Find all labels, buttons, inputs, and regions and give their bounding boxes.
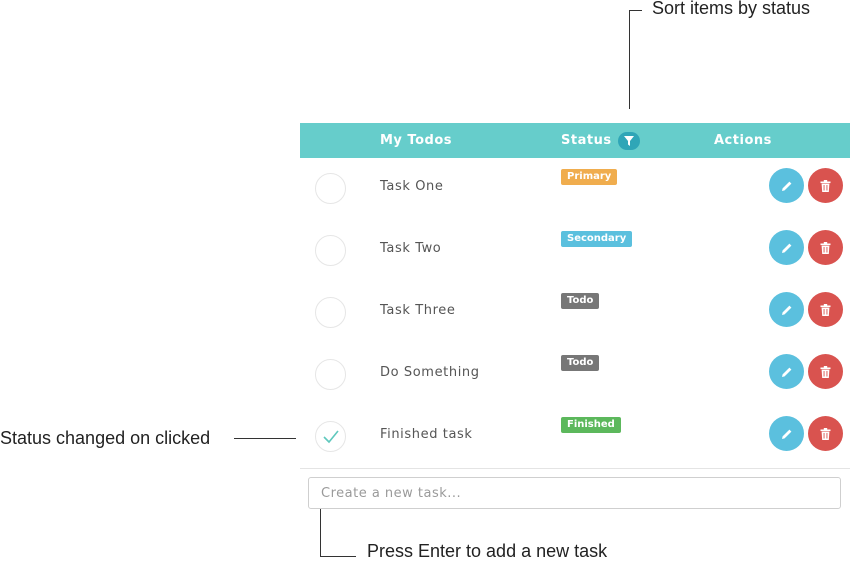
header-my-todos: My Todos bbox=[380, 133, 452, 148]
annotation-status-line bbox=[234, 438, 296, 439]
table-row: Do Something Todo bbox=[300, 344, 850, 407]
pencil-icon bbox=[781, 366, 793, 378]
delete-button[interactable] bbox=[808, 292, 843, 327]
table-row: Finished task Finished bbox=[300, 406, 850, 469]
edit-button[interactable] bbox=[769, 230, 804, 265]
status-checkbox[interactable] bbox=[315, 421, 346, 452]
status-badge: Secondary bbox=[561, 231, 633, 247]
edit-button[interactable] bbox=[769, 354, 804, 389]
annotation-status-changed: Status changed on clicked bbox=[0, 428, 211, 448]
filter-icon[interactable] bbox=[618, 132, 640, 150]
checkmark-icon bbox=[322, 429, 339, 443]
delete-button[interactable] bbox=[808, 168, 843, 203]
trash-icon bbox=[820, 303, 831, 316]
todo-table-header: My Todos Status Actions bbox=[300, 123, 850, 158]
status-checkbox[interactable] bbox=[315, 235, 346, 266]
task-name: Do Something bbox=[380, 365, 480, 380]
annotation-sort-line-v bbox=[629, 10, 630, 109]
task-name: Finished task bbox=[380, 427, 473, 442]
status-checkbox[interactable] bbox=[315, 173, 346, 204]
new-task-input[interactable] bbox=[308, 477, 841, 509]
status-badge: Todo bbox=[561, 355, 600, 371]
table-row: Task Three Todo bbox=[300, 282, 850, 345]
status-badge: Finished bbox=[561, 417, 621, 433]
status-badge: Todo bbox=[561, 293, 600, 309]
annotation-sort: Sort items by status bbox=[652, 0, 811, 18]
trash-icon bbox=[820, 365, 831, 378]
annotation-press-enter: Press Enter to add a new task bbox=[367, 541, 608, 561]
pencil-icon bbox=[781, 180, 793, 192]
status-checkbox[interactable] bbox=[315, 297, 346, 328]
trash-icon bbox=[820, 241, 831, 254]
trash-icon bbox=[820, 179, 831, 192]
pencil-icon bbox=[781, 428, 793, 440]
edit-button[interactable] bbox=[769, 292, 804, 327]
trash-icon bbox=[820, 427, 831, 440]
annotation-sort-line-h bbox=[629, 10, 642, 11]
edit-button[interactable] bbox=[769, 168, 804, 203]
status-checkbox[interactable] bbox=[315, 359, 346, 390]
edit-button[interactable] bbox=[769, 416, 804, 451]
delete-button[interactable] bbox=[808, 230, 843, 265]
annotation-enter-line-h bbox=[320, 556, 356, 557]
task-name: Task Two bbox=[380, 241, 442, 256]
status-badge: Primary bbox=[561, 169, 618, 185]
delete-button[interactable] bbox=[808, 354, 843, 389]
header-status: Status bbox=[561, 133, 612, 148]
task-name: Task Three bbox=[380, 303, 456, 318]
table-row: Task Two Secondary bbox=[300, 220, 850, 283]
pencil-icon bbox=[781, 242, 793, 254]
table-row: Task One Primary bbox=[300, 158, 850, 221]
header-actions: Actions bbox=[714, 133, 772, 148]
delete-button[interactable] bbox=[808, 416, 843, 451]
task-name: Task One bbox=[380, 179, 444, 194]
annotation-enter-line-v bbox=[320, 508, 321, 556]
pencil-icon bbox=[781, 304, 793, 316]
